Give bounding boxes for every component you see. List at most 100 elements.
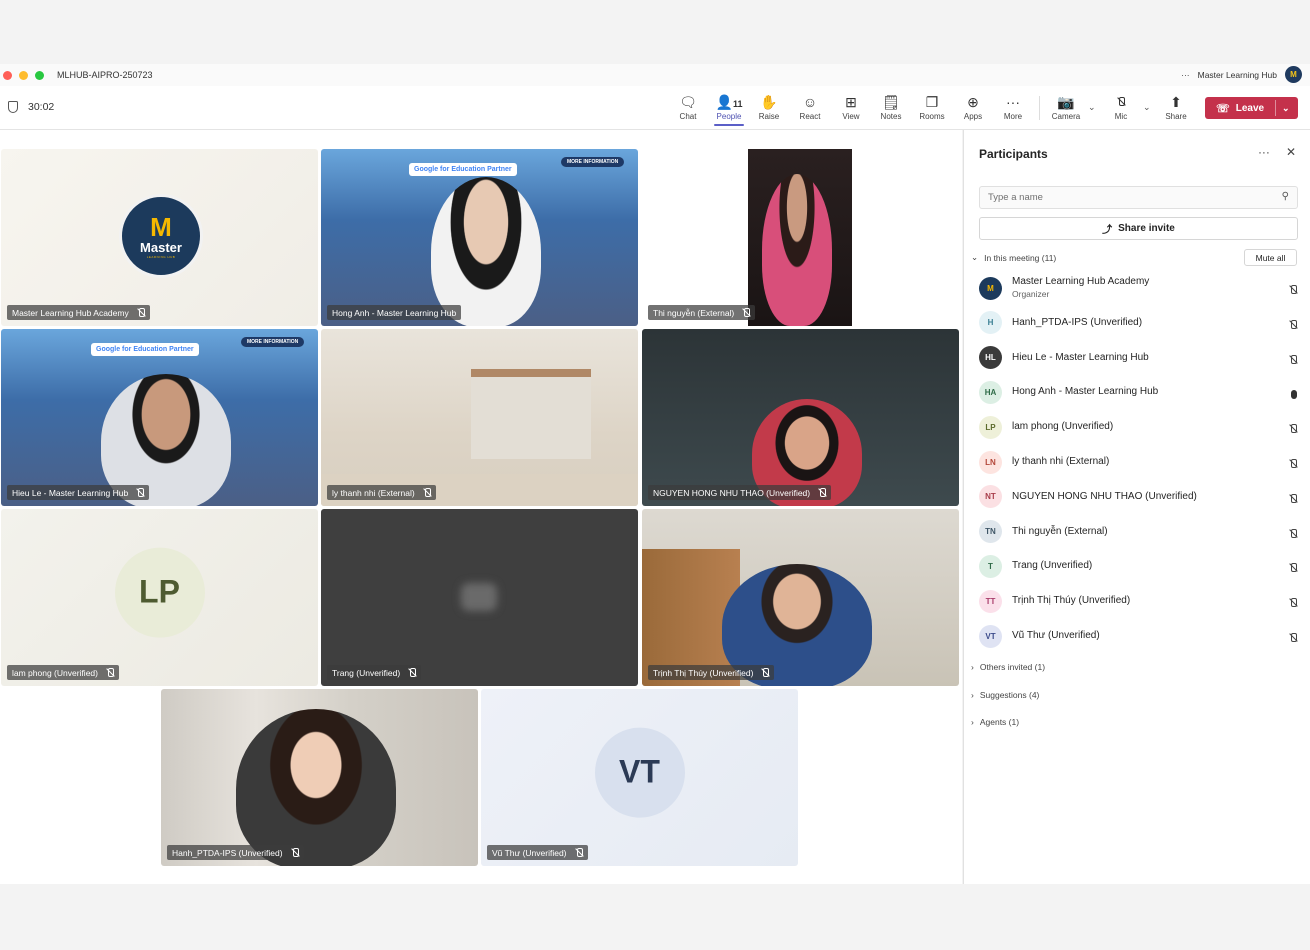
suggestions-label: Suggestions (4) (979, 690, 1040, 700)
video-tile[interactable]: Trang (Unverified) (321, 509, 638, 686)
camera-options-chevron-icon[interactable]: ⌄ (1088, 102, 1096, 113)
participant-name-tag: Master Learning Hub Academy (7, 305, 150, 320)
mic-off-icon[interactable] (1289, 491, 1297, 509)
participant-row[interactable]: VT Vũ Thư (Unverified) (979, 621, 1299, 651)
video-tile[interactable]: LP lam phong (Unverified) (1, 509, 318, 686)
camera-off-icon: 📷 (1057, 94, 1075, 110)
mic-off-icon[interactable] (1289, 421, 1297, 439)
minimize-window-button[interactable] (19, 70, 28, 80)
mic-off-icon[interactable] (1289, 317, 1297, 335)
participant-name-tag: Vũ Thư (Unverified) (487, 845, 588, 860)
video-tile[interactable]: Thi nguyễn (External) (642, 149, 959, 326)
share-invite-label: Share invite (1118, 223, 1175, 234)
participant-row[interactable]: LN ly thanh nhi (External) (979, 447, 1299, 477)
participant-name: Trang (Unverified) (1012, 560, 1093, 572)
in-meeting-label: In this meeting (11) (984, 252, 1057, 263)
mic-options-chevron-icon[interactable]: ⌄ (1143, 102, 1151, 113)
participant-name-tag: Trịnh Thị Thúy (Unverified) (648, 665, 775, 680)
suggestions-section[interactable]: › Suggestions (4) (971, 690, 1039, 700)
react-button[interactable]: ☺ React (790, 92, 830, 121)
more-options-icon[interactable]: ··· (1258, 145, 1270, 159)
meeting-title: MLHUB-AIPRO-250723 (57, 70, 153, 80)
participant-name: Hanh_PTDA-IPS (Unverified) (1012, 316, 1143, 328)
title-bar: MLHUB-AIPRO-250723 ··· Master Learning H… (0, 64, 1310, 86)
video-tile[interactable]: Hanh_PTDA-IPS (Unverified) (161, 689, 478, 866)
participant-name-tag: NGUYEN HONG NHU THAO (Unverified) (648, 485, 832, 500)
shield-icon (8, 101, 18, 113)
chat-button[interactable]: 🗨 Chat (668, 92, 708, 121)
agents-label: Agents (1) (979, 717, 1020, 727)
more-button[interactable]: ··· More (993, 92, 1033, 121)
avatar: TT (979, 589, 1002, 613)
chat-label: Chat (679, 112, 697, 121)
mic-button[interactable]: Mic (1101, 92, 1141, 121)
mic-off-icon[interactable] (1289, 595, 1297, 613)
meeting-toolbar: 30:02 🗨 Chat 👤11 People ✋ Raise ☺ React … (0, 86, 1310, 130)
close-window-button[interactable] (3, 70, 12, 80)
maximize-window-button[interactable] (35, 70, 44, 80)
mic-off-icon[interactable] (1289, 630, 1297, 648)
search-input[interactable] (980, 187, 1260, 208)
leave-options-chevron-icon[interactable]: ⌄ (1282, 103, 1290, 114)
people-button[interactable]: 👤11 People (709, 92, 749, 126)
meeting-timer: 30:02 (8, 101, 54, 113)
view-button[interactable]: ⊞ View (831, 92, 871, 121)
search-icon[interactable]: ⚲ (1282, 191, 1289, 202)
rooms-label: Rooms (919, 112, 945, 121)
close-icon[interactable]: ✕ (1286, 145, 1296, 159)
participant-row[interactable]: HA Hong Anh - Master Learning Hub (979, 377, 1299, 407)
participant-initials: VT (594, 727, 685, 818)
mic-on-icon[interactable] (1291, 386, 1297, 404)
participant-row[interactable]: H Hanh_PTDA-IPS (Unverified) (979, 308, 1299, 338)
participant-row[interactable]: LP lam phong (Unverified) (979, 412, 1299, 442)
raise-button[interactable]: ✋ Raise (749, 92, 789, 121)
timer-text: 30:02 (28, 101, 55, 113)
participant-name: Hong Anh - Master Learning Hub (1012, 386, 1159, 398)
participant-video (748, 149, 852, 326)
share-invite-button[interactable]: ⤴ Share invite (979, 217, 1298, 240)
others-invited-section[interactable]: › Others invited (1) (971, 662, 1045, 672)
video-tile[interactable]: Google for Education Partner MORE INFORM… (321, 149, 638, 326)
video-tile[interactable]: NGUYEN HONG NHU THAO (Unverified) (642, 329, 959, 506)
video-tile[interactable]: Google for Education Partner MORE INFORM… (1, 329, 318, 506)
mic-off-icon (742, 307, 751, 318)
participant-role: Organizer (1012, 289, 1050, 299)
mic-off-icon[interactable] (1289, 456, 1297, 474)
mic-off-icon[interactable] (1289, 282, 1297, 300)
avatar: NT (979, 485, 1002, 509)
apps-button[interactable]: ⊕ Apps (953, 92, 993, 121)
org-avatar[interactable]: M (1285, 66, 1302, 83)
view-label: View (842, 112, 860, 121)
video-tile[interactable]: Trịnh Thị Thúy (Unverified) (642, 509, 959, 686)
participant-row[interactable]: M Master Learning Hub Academy Organizer (979, 273, 1299, 303)
mic-off-icon[interactable] (1289, 352, 1297, 370)
camera-button[interactable]: 📷 Camera (1046, 92, 1086, 121)
smiley-icon: ☺ (802, 94, 818, 110)
more-options-icon[interactable]: ··· (1181, 70, 1190, 80)
more-info-pill: MORE INFORMATION (561, 157, 625, 167)
avatar: HL (979, 346, 1002, 370)
video-tile[interactable]: VT Vũ Thư (Unverified) (481, 689, 798, 866)
video-tile[interactable]: ly thanh nhi (External) (321, 329, 638, 506)
participant-row[interactable]: TT Trịnh Thị Thúy (Unverified) (979, 586, 1299, 616)
mic-off-icon[interactable] (1289, 526, 1297, 544)
avatar: TN (979, 520, 1002, 544)
agents-section[interactable]: › Agents (1) (971, 717, 1019, 727)
rooms-button[interactable]: ❐ Rooms (912, 92, 952, 121)
title-right: ··· Master Learning Hub M (1181, 66, 1302, 83)
video-tile[interactable]: M Master LEARNING HUB Master Learning Hu… (1, 149, 318, 326)
notes-button[interactable]: 🗒 Notes (871, 92, 911, 121)
mic-off-icon[interactable] (1289, 560, 1297, 578)
share-button[interactable]: ⬆ Share (1156, 92, 1196, 121)
participant-row[interactable]: HL Hieu Le - Master Learning Hub (979, 343, 1299, 373)
mic-off-icon (818, 487, 827, 498)
participant-row[interactable]: NT NGUYEN HONG NHU THAO (Unverified) (979, 482, 1299, 512)
participant-row[interactable]: TN Thi nguyễn (External) (979, 517, 1299, 547)
avatar: LP (979, 415, 1002, 439)
participant-row[interactable]: T Trang (Unverified) (979, 551, 1299, 581)
people-icon: 👤11 (715, 94, 743, 110)
mute-all-button[interactable]: Mute all (1244, 249, 1297, 266)
in-meeting-section[interactable]: ⌄ In this meeting (11) (971, 252, 1056, 263)
share-label: Share (1165, 112, 1187, 121)
leave-button[interactable]: ☏ Leave ⌄ (1205, 97, 1298, 119)
